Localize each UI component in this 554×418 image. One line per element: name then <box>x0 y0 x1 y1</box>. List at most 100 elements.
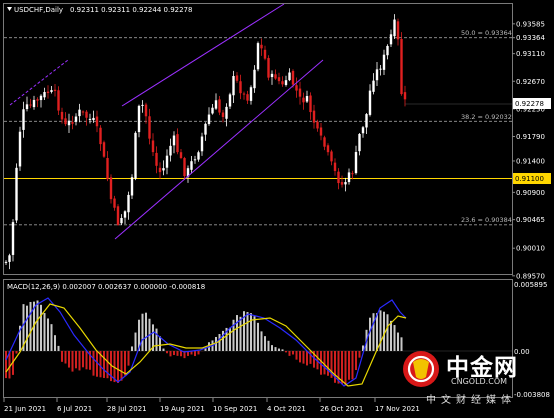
time-axis-label: 10 Sep 2021 <box>213 405 257 413</box>
candle-body <box>57 90 60 111</box>
macd-histogram-bar <box>61 351 63 362</box>
current-price-label: 0.92278 <box>515 100 544 108</box>
candle-body <box>365 114 368 128</box>
candle-body <box>39 95 43 101</box>
channel-upper-line[interactable] <box>121 3 285 107</box>
candle-body <box>246 94 249 101</box>
current-price-tag: 0.92278 <box>405 98 551 109</box>
macd-histogram-bar <box>358 351 361 358</box>
macd-histogram-bar <box>299 351 301 363</box>
macd-histogram-bar <box>306 351 308 366</box>
candle-body <box>85 111 88 118</box>
macd-histogram-bar <box>43 313 46 351</box>
candle-body <box>389 34 393 45</box>
macd-histogram-bar <box>103 351 105 378</box>
candle-body <box>253 69 256 89</box>
candle-body <box>141 104 144 106</box>
candle-body <box>375 69 379 81</box>
macd-histogram-bar <box>253 316 256 351</box>
candle-body <box>284 80 288 85</box>
candle-body <box>319 127 323 136</box>
candle-body <box>11 222 15 255</box>
candle-body <box>403 92 407 100</box>
candle-body <box>340 182 344 185</box>
macd-histogram-bar <box>131 346 133 351</box>
macd-histogram-bar <box>64 351 67 364</box>
candle-body <box>32 99 36 108</box>
candle-body <box>165 155 169 168</box>
candle-body <box>162 168 165 171</box>
macd-histogram-bar <box>15 351 18 354</box>
ohlc-values: 0.92311 0.92311 0.92244 0.92278 <box>70 6 192 14</box>
candle-body <box>204 123 207 135</box>
candle-body <box>354 152 358 174</box>
candle-body <box>281 81 284 85</box>
candle-body <box>396 21 400 40</box>
candle-body <box>74 116 78 122</box>
time-axis-label: 28 Jul 2021 <box>107 405 147 413</box>
macd-histogram-bar <box>82 351 84 368</box>
fib-label-50: 50.0 = 0.93364 <box>461 29 512 37</box>
candle-body <box>50 90 53 92</box>
macd-histogram-bar <box>348 351 350 380</box>
candle-body <box>288 72 291 81</box>
candle-body <box>221 112 225 117</box>
candle-body <box>109 177 113 200</box>
candle-body <box>361 127 365 134</box>
candle-body <box>323 137 326 147</box>
macd-histogram-bar <box>134 332 137 351</box>
macd-histogram-bar <box>250 313 252 351</box>
macd-histogram-bar <box>155 328 158 351</box>
candle-body <box>60 111 64 120</box>
macd-histogram-bar <box>120 351 123 381</box>
candle-body <box>312 110 316 123</box>
time-axis: 21 Jun 2021 6 Jul 2021 28 Jul 2021 19 Aug 2… <box>3 398 420 413</box>
price-axis-label: 0.92670 <box>516 78 545 86</box>
macd-histogram-bar <box>327 351 329 376</box>
macd-histogram-bar <box>194 351 196 357</box>
candle-body <box>242 93 246 95</box>
dropdown-triangle-icon[interactable] <box>7 7 12 11</box>
time-axis-label: 26 Oct 2021 <box>320 405 363 413</box>
macd-histogram-bar <box>344 351 347 386</box>
macd-histogram-bar <box>50 324 53 351</box>
macd-histogram-bar <box>246 312 249 351</box>
candle-body <box>92 117 95 121</box>
candle-body <box>309 95 312 113</box>
macd-histogram-bar <box>117 351 119 383</box>
macd-histogram-bar <box>127 351 130 366</box>
channel-lower-line[interactable] <box>114 59 324 240</box>
candle-body <box>249 87 253 101</box>
candle-body <box>372 80 375 92</box>
fib-label-23: 23.6 = 0.90384 <box>461 216 512 224</box>
symbol-header[interactable]: USDCHF,Daily 0.92311 0.92311 0.92244 0.9… <box>7 6 192 14</box>
candle-body <box>351 173 354 175</box>
candle-body <box>25 104 29 110</box>
macd-histogram-bar <box>278 348 280 351</box>
candle-body <box>134 132 137 179</box>
macd-histogram-bar <box>236 315 238 351</box>
macd-histogram-bar <box>68 351 70 368</box>
price-axis-label: 0.93364 <box>516 34 545 42</box>
macd-histogram-bar <box>162 348 165 351</box>
candle-body <box>120 217 123 224</box>
macd-histogram-bar <box>180 351 182 357</box>
candle-body <box>316 121 319 129</box>
macd-histogram-bar <box>78 351 81 371</box>
macd-histogram-bar <box>47 318 49 351</box>
candle-body <box>8 255 11 262</box>
support-price-tag: 0.91100 <box>513 173 551 184</box>
macd-histogram-bar <box>166 351 168 354</box>
macd-histogram-bar <box>274 347 277 351</box>
candle-body <box>228 94 232 107</box>
candle-body <box>207 114 211 125</box>
macd-histogram-bar <box>173 351 175 356</box>
macd-histogram-bar <box>145 312 147 351</box>
candle-body <box>88 118 92 120</box>
fib-label-38: 38.2 = 0.92032 <box>461 113 512 121</box>
price-axis-label: 0.93585 <box>516 20 545 28</box>
candle-body <box>15 167 18 221</box>
candle-body <box>358 133 361 152</box>
price-axis-label: 0.91400 <box>516 157 545 165</box>
macd-histogram-bar <box>29 301 32 351</box>
